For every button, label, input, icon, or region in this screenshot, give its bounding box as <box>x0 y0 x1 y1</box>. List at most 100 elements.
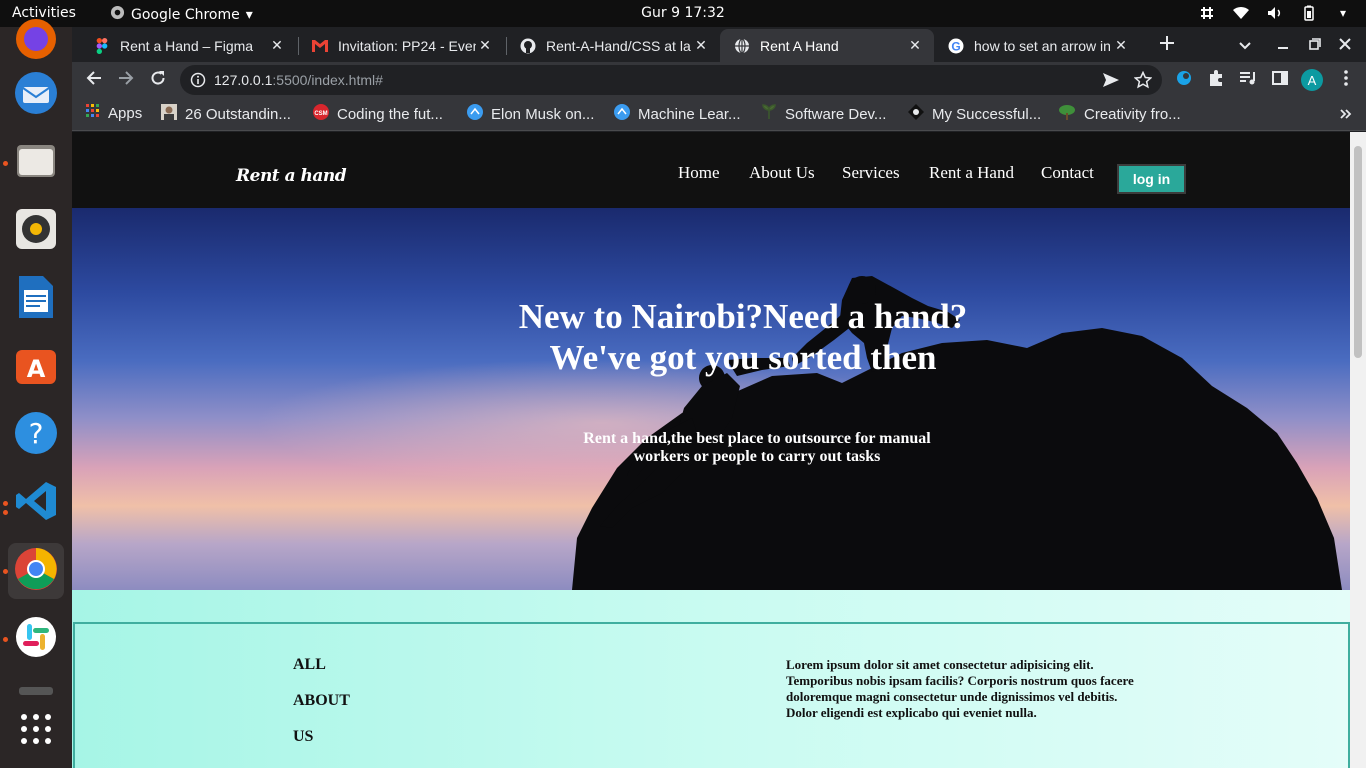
system-top-bar: Activities Google Chrome ▾ Gur 9 17:32 ▾ <box>0 0 1366 27</box>
leaf-icon <box>761 104 777 124</box>
side-panel-button[interactable] <box>1268 68 1292 92</box>
close-window-button[interactable] <box>1333 32 1357 56</box>
software-store-icon: A <box>13 342 59 392</box>
dock-files[interactable] <box>8 135 64 191</box>
medium-icon <box>908 104 924 124</box>
github-icon <box>520 38 536 54</box>
tab-search-button[interactable] <box>1233 32 1257 56</box>
bookmark-label: Apps <box>108 104 143 122</box>
nav-link-about-us[interactable]: About Us <box>749 163 815 183</box>
reload-button[interactable] <box>146 68 170 92</box>
about-box: ALL ABOUT US Lorem ipsum dolor sit amet … <box>73 622 1350 768</box>
login-button[interactable]: log in <box>1117 164 1186 194</box>
vscode-icon <box>14 479 58 527</box>
profile-button[interactable]: A <box>1300 68 1324 92</box>
playlist-icon <box>1239 70 1257 90</box>
about-section: ALL ABOUT US Lorem ipsum dolor sit amet … <box>72 590 1350 768</box>
dock-rhythmbox[interactable] <box>8 203 64 259</box>
back-button[interactable] <box>82 68 106 92</box>
nav-link-contact[interactable]: Contact <box>1041 163 1094 183</box>
arrow-left-icon <box>86 70 102 90</box>
bookmark-item[interactable]: 26 Outstandin... <box>161 104 291 124</box>
system-tray[interactable]: ▾ <box>1198 4 1352 22</box>
page-scrollbar[interactable] <box>1350 132 1366 768</box>
extensions-button[interactable] <box>1204 68 1228 92</box>
star-icon[interactable] <box>1133 70 1153 92</box>
close-icon[interactable]: ✕ <box>1112 37 1130 54</box>
google-icon: G <box>948 38 964 54</box>
tab-rent-a-hand[interactable]: Rent A Hand ✕ <box>720 29 934 62</box>
scrollbar-thumb[interactable] <box>1354 146 1362 358</box>
tab-figma[interactable]: Rent a Hand – Figma ✕ <box>80 29 296 62</box>
nav-link-home[interactable]: Home <box>678 163 720 183</box>
portrait-icon <box>161 104 177 124</box>
send-icon[interactable] <box>1102 72 1120 91</box>
avatar: A <box>1301 69 1323 91</box>
tab-google-search[interactable]: G how to set an arrow in ✕ <box>934 29 1140 62</box>
minimize-button[interactable] <box>1271 32 1295 56</box>
wifi-icon[interactable] <box>1232 4 1250 22</box>
url-text[interactable]: 127.0.0.1:5500/index.html# <box>214 72 383 88</box>
site-icon <box>614 104 630 124</box>
tab-title: Rent A Hand <box>760 37 839 54</box>
firefox-icon <box>14 17 58 65</box>
forward-button[interactable] <box>114 68 138 92</box>
extension-drop-icon <box>1175 69 1193 91</box>
dock-chrome[interactable] <box>8 543 64 599</box>
rhythmbox-icon <box>14 207 58 255</box>
apps-grid-icon <box>20 713 52 749</box>
reload-icon <box>150 70 166 90</box>
dock-firefox[interactable] <box>8 13 64 69</box>
show-apps-button[interactable] <box>8 703 64 759</box>
bookmark-label: Elon Musk on... <box>491 105 595 123</box>
bookmark-item[interactable]: Machine Lear... <box>614 104 741 124</box>
slack-tray-icon[interactable] <box>1198 4 1216 22</box>
battery-icon[interactable] <box>1300 4 1318 22</box>
site-logo[interactable]: Rent a hand <box>236 166 347 186</box>
chrome-small-icon <box>110 5 125 24</box>
tab-gmail[interactable]: Invitation: PP24 - Even ✕ <box>298 29 504 62</box>
help-icon: ? <box>13 410 59 460</box>
bookmark-item[interactable]: Creativity fro... <box>1058 104 1181 124</box>
chevron-down-icon[interactable]: ▾ <box>1334 4 1352 22</box>
bookmark-apps[interactable]: Apps <box>86 104 142 122</box>
close-icon[interactable]: ✕ <box>476 37 494 54</box>
close-icon[interactable]: ✕ <box>906 37 924 54</box>
chrome-icon <box>13 546 59 596</box>
bookmark-label: Creativity fro... <box>1084 105 1181 123</box>
volume-icon[interactable] <box>1266 4 1284 22</box>
bookmarks-overflow-button[interactable] <box>1334 102 1358 126</box>
address-bar[interactable]: 127.0.0.1:5500/index.html# <box>180 65 1162 95</box>
bookmark-item[interactable]: Software Dev... <box>761 104 886 124</box>
dock-help[interactable]: ? <box>8 407 64 463</box>
climbers-silhouette <box>572 276 1342 590</box>
bookmark-label: Coding the fut... <box>337 105 443 123</box>
menu-button[interactable] <box>1334 68 1358 92</box>
csm-icon: CSM <box>313 104 329 124</box>
dock-writer[interactable] <box>8 271 64 327</box>
dock-vscode[interactable] <box>8 475 64 531</box>
bookmark-item[interactable]: CSM Coding the fut... <box>313 104 443 124</box>
dock-software[interactable]: A <box>8 339 64 395</box>
tab-github[interactable]: Rent-A-Hand/CSS at la ✕ <box>506 29 720 62</box>
close-icon[interactable]: ✕ <box>268 37 286 54</box>
bookmark-item[interactable]: Elon Musk on... <box>467 104 594 124</box>
maximize-button[interactable] <box>1303 32 1327 56</box>
nav-link-services[interactable]: Services <box>842 163 900 183</box>
bookmark-item[interactable]: My Successful... <box>908 104 1041 124</box>
dock: A ? <box>0 19 72 768</box>
nav-link-rent-a-hand[interactable]: Rent a Hand <box>929 163 1014 183</box>
clock[interactable]: Gur 9 17:32 <box>641 5 725 21</box>
new-tab-button[interactable] <box>1155 32 1179 56</box>
bookmark-label: 26 Outstandin... <box>185 105 291 123</box>
info-icon[interactable] <box>190 72 206 91</box>
dock-thunderbird[interactable] <box>8 67 64 123</box>
dock-slack[interactable] <box>8 611 64 667</box>
extension-button[interactable] <box>1172 68 1196 92</box>
media-button[interactable] <box>1236 68 1260 92</box>
about-heading-word: US <box>293 728 314 745</box>
bookmark-label: My Successful... <box>932 105 1042 123</box>
app-menu[interactable]: Google Chrome ▾ <box>110 5 253 24</box>
hero-title-line-1: New to Nairobi?Need a hand? <box>518 297 968 336</box>
close-icon[interactable]: ✕ <box>692 37 710 54</box>
